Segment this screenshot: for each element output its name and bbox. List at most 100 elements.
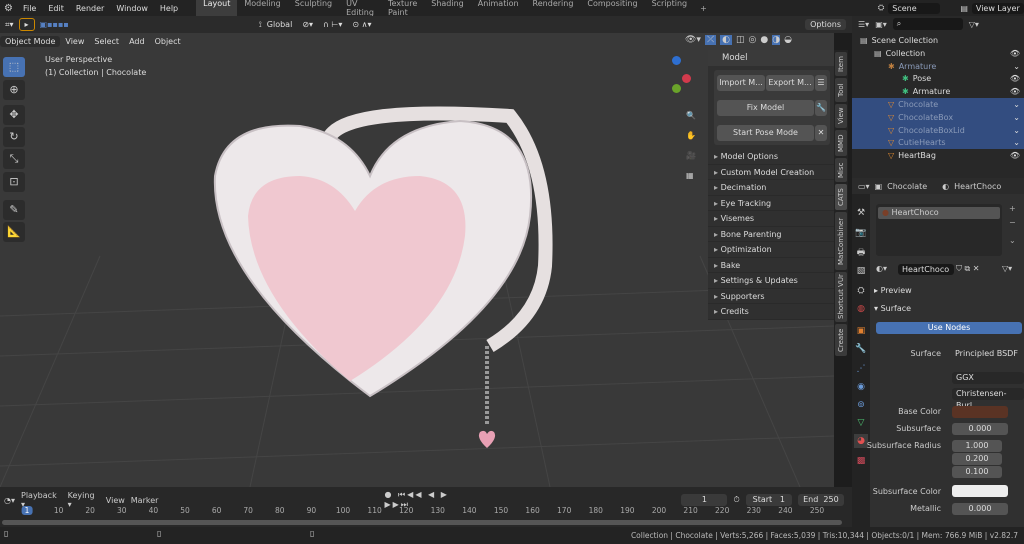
- x-axis-icon[interactable]: [682, 74, 691, 83]
- output-tab-icon[interactable]: 🖶: [854, 246, 868, 260]
- navigation-gizmo[interactable]: [652, 56, 692, 96]
- browse-material-icon[interactable]: ◐▾: [876, 264, 887, 273]
- section-credits[interactable]: Credits: [708, 304, 834, 320]
- start-pose-mode-button[interactable]: Start Pose Mode: [717, 125, 814, 141]
- object-tab-icon[interactable]: ▣: [854, 324, 868, 338]
- overlay-toggle-icon[interactable]: ◐: [720, 35, 733, 45]
- section-visemes[interactable]: Visemes: [708, 211, 834, 227]
- sidebar-tab-matcombiner[interactable]: MatCombiner: [835, 212, 847, 270]
- tool-tab-icon[interactable]: ⚒: [854, 206, 868, 220]
- pose-icon[interactable]: ✕: [815, 125, 827, 141]
- preview-panel-header[interactable]: ▸ Preview: [874, 286, 912, 295]
- metallic-field[interactable]: 0.000: [952, 503, 1008, 515]
- xray-icon[interactable]: ◫: [736, 35, 745, 45]
- outliner-item[interactable]: ▽ ChocolateBox ⌄: [852, 110, 1024, 124]
- tool-scale[interactable]: ⤡: [3, 149, 25, 169]
- tool-select-box[interactable]: ⬚: [3, 57, 25, 77]
- object-menu[interactable]: Object: [150, 36, 186, 47]
- timeline-view-menu[interactable]: View: [106, 496, 125, 505]
- outliner-item[interactable]: ✱ Armature ⌄: [852, 60, 1024, 73]
- add-workspace-button[interactable]: +: [694, 4, 713, 13]
- remove-slot-button[interactable]: −: [1009, 218, 1016, 227]
- physics-tab-icon[interactable]: ◉: [854, 380, 868, 394]
- object-mode-dropdown[interactable]: Object Mode: [0, 35, 61, 47]
- gizmo-toggle-icon[interactable]: ⤫: [704, 35, 717, 45]
- section-custom-model-creation[interactable]: Custom Model Creation: [708, 165, 834, 180]
- link-dropdown[interactable]: ▽▾: [1002, 264, 1012, 273]
- timeline-scrollbar[interactable]: [2, 520, 842, 525]
- tool-rotate[interactable]: ↻: [3, 127, 25, 147]
- section-settings-updates[interactable]: Settings & Updates: [708, 273, 834, 289]
- section-bone-parenting[interactable]: Bone Parenting: [708, 227, 834, 242]
- tool-annotate[interactable]: ✎: [3, 200, 25, 220]
- subsurface-radius-y[interactable]: 0.200: [952, 453, 1002, 465]
- material-slot-list[interactable]: ● HeartChoco: [876, 204, 1002, 256]
- y-axis-icon[interactable]: [672, 84, 681, 93]
- visibility-eye-icon[interactable]: 👁: [1010, 47, 1020, 60]
- menu-file[interactable]: File: [17, 4, 42, 13]
- outliner-item[interactable]: ▽ ChocolateBoxLid ⌄: [852, 123, 1024, 137]
- subsurface-color-swatch[interactable]: [952, 485, 1008, 497]
- select-tool-icon[interactable]: ▸: [18, 18, 35, 31]
- sidebar-tab-shortcut-vur[interactable]: Shortcut VUr: [835, 272, 847, 322]
- select-mode-icons[interactable]: ▣▪▪▪▪: [35, 19, 74, 30]
- outliner-item[interactable]: ▤ Scene Collection: [852, 34, 1024, 47]
- filter-icon[interactable]: ▽▾: [969, 20, 979, 29]
- material-slot[interactable]: ● HeartChoco: [878, 207, 1000, 219]
- use-nodes-button[interactable]: Use Nodes: [876, 322, 1022, 334]
- menu-render[interactable]: Render: [70, 4, 110, 13]
- subsurface-radius-z[interactable]: 0.100: [952, 466, 1002, 478]
- menu-edit[interactable]: Edit: [42, 4, 70, 13]
- editor-type-icon[interactable]: ◔▾: [4, 496, 15, 505]
- section-bake[interactable]: Bake: [708, 258, 834, 273]
- add-slot-button[interactable]: +: [1009, 204, 1016, 213]
- proportional-edit-icon[interactable]: ⊙ ∧▾: [347, 19, 376, 30]
- base-color-swatch[interactable]: [952, 406, 1008, 418]
- ortho-icon[interactable]: ▦: [686, 171, 694, 180]
- world-tab-icon[interactable]: ◍: [854, 302, 868, 316]
- stopwatch-icon[interactable]: ⏱: [733, 495, 739, 505]
- view-layer-field[interactable]: View Layer: [971, 2, 1024, 14]
- pivot-icon[interactable]: ⊘▾: [297, 19, 318, 30]
- import-model-button[interactable]: Import M...: [717, 75, 765, 91]
- visibility-eye-icon[interactable]: ⌄: [1013, 136, 1020, 149]
- visibility-eye-icon[interactable]: ⌄: [1013, 98, 1020, 111]
- subsurface-method-dropdown[interactable]: Christensen-Burl...: [952, 388, 1024, 410]
- editor-type-icon[interactable]: ▭▾: [858, 182, 870, 191]
- surface-shader-field[interactable]: Principled BSDF: [955, 349, 1018, 358]
- scene-field[interactable]: Scene: [888, 2, 941, 14]
- z-axis-icon[interactable]: [672, 56, 681, 65]
- tool-transform[interactable]: ⊡: [3, 172, 25, 192]
- visibility-eye-icon[interactable]: 👁: [1010, 85, 1020, 98]
- sidebar-tab-view[interactable]: View: [835, 104, 847, 128]
- section-model-options[interactable]: Model Options: [708, 149, 834, 165]
- export-menu-icon[interactable]: ☰: [815, 75, 827, 91]
- visibility-eye-icon[interactable]: 👁: [1010, 149, 1020, 162]
- frame-ruler[interactable]: 1 10 20 30 40 50 60 70 80 90 100 110 120 130 140 150 160…: [0, 506, 852, 518]
- menu-help[interactable]: Help: [154, 4, 184, 13]
- render-tab-icon[interactable]: 📷: [854, 226, 868, 240]
- fix-model-button[interactable]: Fix Model: [717, 100, 814, 116]
- snap-icon[interactable]: ∩ ⊢▾: [318, 19, 347, 30]
- visibility-eye-icon[interactable]: ⌄: [1013, 124, 1020, 137]
- view-layer-tab-icon[interactable]: ▧: [854, 264, 868, 278]
- zoom-icon[interactable]: 🔍: [686, 111, 696, 120]
- view-menu[interactable]: View: [60, 36, 89, 47]
- section-optimization[interactable]: Optimization: [708, 242, 834, 258]
- outliner-item[interactable]: ✱ Pose 👁: [852, 72, 1024, 85]
- display-mode-icon[interactable]: ☰▾: [858, 20, 869, 29]
- blender-logo-icon[interactable]: ⚙: [0, 3, 17, 14]
- start-frame-field[interactable]: Start 1: [745, 494, 792, 506]
- wrench-icon[interactable]: 🔧: [815, 100, 827, 116]
- outliner-item[interactable]: ▽ CutieHearts ⌄: [852, 136, 1024, 150]
- tool-measure[interactable]: 📐: [3, 222, 25, 242]
- section-supporters[interactable]: Supporters: [708, 289, 834, 304]
- material-name-field[interactable]: HeartChoco: [898, 264, 954, 275]
- visibility-eye-icon[interactable]: ⌄: [1013, 111, 1020, 124]
- select-menu[interactable]: Select: [89, 36, 124, 47]
- slot-menu-button[interactable]: ⌄: [1009, 236, 1016, 245]
- pan-icon[interactable]: ✋: [686, 131, 696, 140]
- surface-panel-header[interactable]: ▾ Surface: [874, 304, 911, 313]
- solid-shading-icon[interactable]: ●: [760, 35, 768, 45]
- scene-icon[interactable]: ⛭: [878, 3, 884, 13]
